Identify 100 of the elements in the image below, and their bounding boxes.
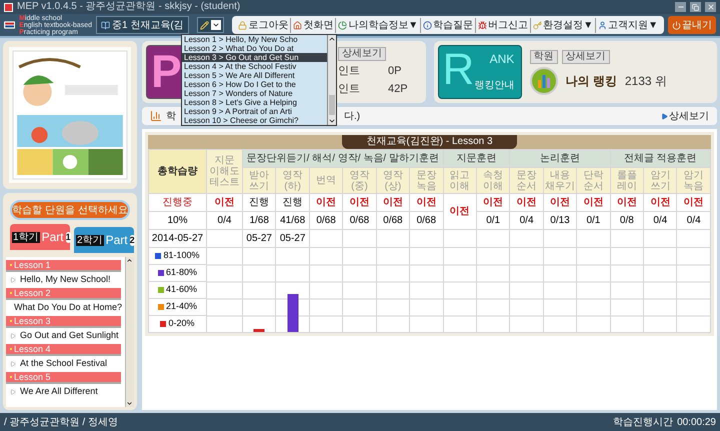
- table-header-cell: 속청 이해: [476, 168, 510, 194]
- table-cell: 2014-05-27: [148, 230, 206, 248]
- dropdown-option[interactable]: Lesson 2 > What Do You Do at: [182, 44, 327, 53]
- table-cell: 0/8: [610, 212, 644, 230]
- legend-label: 41-60%: [166, 284, 198, 296]
- table-header-cell: 단락 순서: [576, 168, 610, 194]
- legend-label: 81-100%: [163, 250, 200, 262]
- detail-button[interactable]: 상세보기: [338, 46, 386, 60]
- point-value: 42P: [388, 82, 408, 97]
- ranking-value: 2133 위: [624, 72, 667, 90]
- table-header-cell: 영작 (상): [376, 168, 410, 194]
- table-header-cell: 문장 순서: [510, 168, 544, 194]
- dropdown-option[interactable]: Lesson 6 > How Do I Get to the: [182, 80, 327, 89]
- lesson-title[interactable]: At the School Festival: [6, 356, 125, 372]
- table-cell: 이전: [410, 194, 444, 212]
- table-cell: 0/4: [510, 212, 544, 230]
- table-cell: 0/68: [309, 212, 343, 230]
- table-cell: 0/68: [342, 212, 376, 230]
- legend-label: 21-40%: [166, 301, 198, 312]
- dropdown-option[interactable]: Lesson 1 > Hello, My New Scho: [182, 35, 327, 44]
- toolbar-button[interactable]: 환경설정▼: [530, 18, 596, 32]
- table-cell: 이전: [443, 194, 476, 230]
- table-cell: 이전: [543, 194, 577, 212]
- toolbar-button[interactable]: 학습질문: [420, 18, 476, 32]
- toolbar-button[interactable]: 버그신고: [475, 18, 530, 32]
- table-header-cell: 받아 쓰기: [242, 168, 276, 194]
- group-header-cell: 전체글 적용훈련: [610, 150, 710, 168]
- table-header-cell: 문장 녹음: [410, 168, 444, 194]
- table-cell: 0/1: [476, 212, 510, 230]
- study-text: 다.): [344, 110, 360, 124]
- table-cell: 진행: [276, 194, 310, 212]
- toolbar-button[interactable]: 첫화면: [290, 18, 336, 32]
- tile-word: ANK: [490, 52, 514, 66]
- dropdown-option[interactable]: Lesson 10 > Cheese or Gimchi?: [182, 116, 327, 125]
- table-cell: 41/68: [276, 212, 310, 230]
- group-header-cell: 지문훈련: [443, 150, 510, 168]
- rank-button[interactable]: 상세보기: [562, 50, 610, 64]
- table-title: 천재교육(김진완) - Lesson 3: [342, 135, 517, 149]
- study-text: 학: [166, 110, 176, 124]
- table-cell: 10%: [148, 212, 206, 230]
- detail-link[interactable]: 상세보기: [661, 108, 709, 124]
- table-cell: 0/4: [644, 212, 677, 230]
- group-header-cell: 문장단위듣기/ 해석/ 영작/ 녹음/ 말하기훈련: [242, 150, 444, 168]
- dropdown-option[interactable]: Lesson 5 > We Are All Different: [182, 71, 327, 80]
- user-path: / 광주성균관학원 / 정세영: [4, 416, 118, 430]
- table-header-cell: 총학습량: [148, 150, 206, 194]
- table-cell: 이전: [206, 194, 242, 212]
- dropdown-option[interactable]: Lesson 7 > Wonders of Nature: [182, 89, 327, 98]
- table-cell: 이전: [510, 194, 544, 212]
- table-header-cell: 암기 녹음: [676, 168, 710, 194]
- table-cell: 이전: [644, 194, 677, 212]
- table-header-cell: 번역: [309, 168, 343, 194]
- dropdown-option[interactable]: Lesson 8 > Let's Give a Helping: [182, 98, 327, 107]
- table-cell: 이전: [576, 194, 610, 212]
- rank-button[interactable]: 학원: [530, 50, 558, 64]
- lesson-title[interactable]: We Are All Different: [6, 384, 125, 400]
- table-cell: 진행: [242, 194, 276, 212]
- table-cell: 0/1: [576, 212, 610, 230]
- tile-letter: R: [442, 46, 474, 94]
- point-label: 인트: [338, 82, 361, 97]
- point-label: 인트: [338, 64, 361, 78]
- legend-label: 61-80%: [166, 267, 198, 278]
- table-header-cell: 영작 (하): [276, 168, 310, 194]
- tile-letter: P: [151, 46, 182, 96]
- dropdown-option[interactable]: Lesson 9 > A Portrait of an Arti: [182, 107, 327, 116]
- table-cell: 이전: [309, 194, 343, 212]
- table-header-cell: 내용 채우기: [543, 168, 577, 194]
- lesson-title[interactable]: Go Out and Get Sunlight: [6, 328, 125, 344]
- table-cell: 05-27: [276, 230, 310, 248]
- group-header-cell: 논리훈련: [510, 150, 610, 168]
- table-cell: 이전: [676, 194, 710, 212]
- toolbar-button[interactable]: 로그아웃: [236, 18, 290, 32]
- course-tab[interactable]: 중1 천재교육(김: [96, 16, 189, 34]
- legend-label: 0-20%: [168, 318, 194, 330]
- lesson-title[interactable]: What Do You Do at Home?: [6, 300, 125, 316]
- window-title: MEP v1.0.4.5 - 광주성균관학원 - skkjsy - (student): [17, 1, 242, 13]
- table-header-cell: 영작 (중): [342, 168, 376, 194]
- table-cell: 05-27: [242, 230, 276, 248]
- exit-button[interactable]: 끝내기: [668, 16, 716, 34]
- dropdown-option[interactable]: Lesson 3 > Go Out and Get Sun: [182, 53, 327, 62]
- table-cell: 이전: [342, 194, 376, 212]
- table-header-cell: 지문 이해도 테스트: [206, 150, 242, 194]
- table-cell: 이전: [476, 194, 510, 212]
- tile-caption: 랭킹안내: [474, 80, 514, 92]
- toolbar-button[interactable]: 나의학습정보▼: [335, 18, 420, 32]
- table-cell: 1/68: [242, 212, 276, 230]
- table-header-cell: 롤플 레이: [610, 168, 644, 194]
- toolbar-button[interactable]: 고객지원▼: [595, 18, 660, 32]
- dropdown-option[interactable]: Lesson 4 > At the School Festiv: [182, 62, 327, 71]
- table-cell: 0/68: [376, 212, 410, 230]
- table-header-cell: 암기 쓰기: [644, 168, 677, 194]
- point-value: 0P: [388, 64, 402, 78]
- table-cell: 이전: [610, 194, 644, 212]
- table-cell: 0/4: [206, 212, 242, 230]
- table-cell: 0/13: [543, 212, 577, 230]
- ranking-label: 나의 랭킹: [566, 72, 617, 90]
- table-cell: 0/4: [676, 212, 710, 230]
- table-cell: 진행중: [148, 194, 206, 212]
- lesson-title[interactable]: Hello, My New School!: [6, 272, 125, 288]
- table-header-cell: 읽고 이해: [443, 168, 476, 194]
